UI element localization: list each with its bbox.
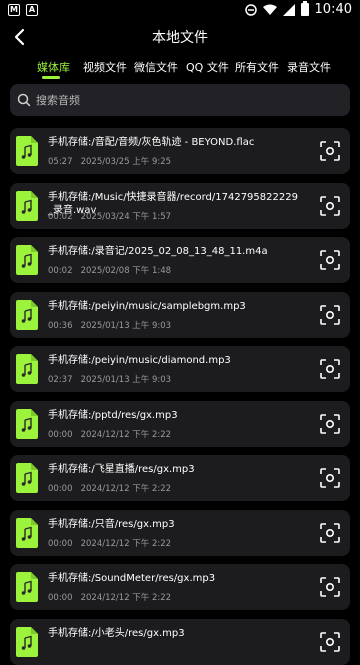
file-meta: 00:00 2024/12/12 下午 2:22 [48, 482, 171, 494]
tab-all-files[interactable]: 所有文件 [235, 59, 279, 75]
file-list-item[interactable]: 手机存储:/音配/音频/灰色轨迹 - BEYOND.flac 05:27 2025… [10, 128, 350, 174]
audio-file-icon [16, 354, 38, 384]
file-duration: 00:36 [48, 320, 73, 331]
file-date: 2024/12/12 下午 2:22 [80, 593, 172, 603]
file-path: 手机存储:/pptd/res/gx.mp3 [48, 409, 178, 421]
page-title: 本地文件 [152, 30, 208, 46]
notification-icon: M [8, 4, 20, 16]
file-date: 2025/01/13 上午 9:03 [80, 320, 172, 331]
audio-file-icon [16, 572, 38, 602]
file-meta: 00:36 2025/01/13 上午 9:03 [48, 319, 171, 331]
battery-icon [300, 1, 309, 16]
file-list-item[interactable]: 手机存储:/小老头/res/gx.mp3 [10, 618, 350, 665]
audio-file-icon [16, 463, 38, 493]
file-meta: 05:27 2025/03/25 上午 9:25 [48, 155, 171, 167]
file-duration: 02:37 [48, 375, 73, 385]
scan-icon[interactable] [320, 413, 340, 434]
file-date: 2025/01/13 上午 9:03 [80, 375, 172, 385]
file-meta [48, 648, 56, 658]
file-path: 手机存储:/peiyin/music/samplebgm.mp3 [48, 300, 246, 312]
file-date: 2025/02/08 下午 1:48 [80, 266, 172, 276]
audio-file-icon [16, 245, 38, 275]
file-path: 手机存储:/音配/音频/灰色轨迹 - BEYOND.flac [48, 137, 255, 148]
file-date: 2025/03/24 下午 1:57 [80, 211, 172, 222]
file-list-item[interactable]: 手机存储:/录音记/2025_02_08_13_48_11.m4a 00:02 2… [10, 237, 350, 283]
tab-video-files[interactable]: 视频文件 [83, 59, 127, 75]
wifi-icon [262, 4, 277, 15]
signal-icon [282, 3, 295, 16]
file-duration: 00:02 [48, 266, 73, 276]
file-meta: 00:02 2025/02/08 下午 1:48 [48, 264, 171, 276]
audio-file-icon [16, 190, 38, 221]
file-duration: 05:27 [48, 157, 73, 167]
file-date: 2024/12/12 下午 2:22 [80, 538, 172, 549]
file-meta: 02:37 2025/01/13 上午 9:03 [48, 373, 171, 385]
file-list-item[interactable]: 手机存储:/peiyin/music/diamond.mp3 02:37 2025… [10, 346, 350, 392]
file-path: 手机存储:/录音记/2025_02_08_13_48_11.m4a [48, 246, 268, 257]
scan-icon[interactable] [320, 359, 340, 379]
tab-bar: 媒体库 视频文件 微信文件 QQ 文件 所有文件 录音文件 [0, 56, 360, 80]
file-list-item[interactable]: 手机存储:/Music/快捷录音器/record/1742795822229_录… [10, 182, 350, 229]
file-date: 2024/12/12 下午 2:22 [80, 429, 172, 440]
scan-icon[interactable] [320, 141, 340, 161]
file-duration: 00:00 [48, 484, 73, 494]
audio-file-icon [16, 517, 38, 548]
file-path: 手机存储:/只音/res/gx.mp3 [48, 518, 175, 530]
audio-file-icon [16, 299, 38, 330]
scan-icon[interactable] [320, 577, 340, 597]
dnd-icon [244, 3, 257, 16]
scan-icon[interactable] [320, 631, 340, 652]
file-date: 2024/12/12 下午 2:22 [80, 484, 172, 494]
file-path: 手机存储:/peiyin/music/diamond.mp3 [48, 355, 231, 366]
tab-media-library[interactable]: 媒体库 [37, 59, 70, 75]
scan-icon[interactable] [320, 468, 340, 488]
file-path: 手机存储:/小老头/res/gx.mp3 [48, 627, 185, 639]
file-meta: 00:02 2025/03/24 下午 1:57 [48, 210, 171, 222]
file-list-item[interactable]: 手机存储:/peiyin/music/samplebgm.mp3 00:36 20… [10, 291, 350, 338]
scan-icon[interactable] [320, 304, 340, 325]
file-list-item[interactable]: 手机存储:/pptd/res/gx.mp3 00:00 2024/12/12 下午… [10, 400, 350, 447]
file-date: 2025/03/25 上午 9:25 [80, 157, 172, 167]
status-bar: M A 10:40 [0, 0, 360, 22]
file-list-item[interactable]: 手机存储:/SoundMeter/res/gx.mp3 00:00 2024/12… [10, 564, 350, 610]
tab-recording-files[interactable]: 录音文件 [287, 59, 331, 75]
notification-icon: A [26, 4, 38, 16]
file-duration: 00:00 [48, 429, 73, 440]
tab-wechat-files[interactable]: 微信文件 [134, 59, 178, 75]
search-input[interactable]: 搜索音频 [10, 84, 350, 116]
audio-file-icon [16, 626, 38, 657]
file-list-item[interactable]: 手机存储:/只音/res/gx.mp3 00:00 2024/12/12 下午 2… [10, 509, 350, 556]
status-time: 10:40 [314, 2, 352, 17]
scan-icon[interactable] [320, 195, 340, 216]
scan-icon[interactable] [320, 522, 340, 543]
tab-qq-files[interactable]: QQ 文件 [186, 59, 229, 75]
audio-file-icon [16, 136, 38, 166]
file-duration: 00:00 [48, 538, 73, 549]
file-duration: 00:02 [48, 211, 73, 222]
file-meta: 00:00 2024/12/12 下午 2:22 [48, 428, 171, 440]
file-meta: 00:00 2024/12/12 下午 2:22 [48, 537, 171, 549]
scan-icon[interactable] [320, 250, 340, 270]
audio-file-icon [16, 408, 38, 439]
header: 本地文件 [0, 22, 360, 52]
file-list-item[interactable]: 手机存储:/飞星直播/res/gx.mp3 00:00 2024/12/12 下午… [10, 455, 350, 501]
file-meta: 00:00 2024/12/12 下午 2:22 [48, 591, 171, 603]
search-icon [17, 93, 31, 107]
search-placeholder: 搜索音频 [36, 94, 80, 107]
file-path: 手机存储:/SoundMeter/res/gx.mp3 [48, 573, 216, 584]
file-path: 手机存储:/飞星直播/res/gx.mp3 [48, 464, 195, 475]
active-tab-indicator [42, 76, 60, 79]
file-duration: 00:00 [48, 593, 73, 603]
